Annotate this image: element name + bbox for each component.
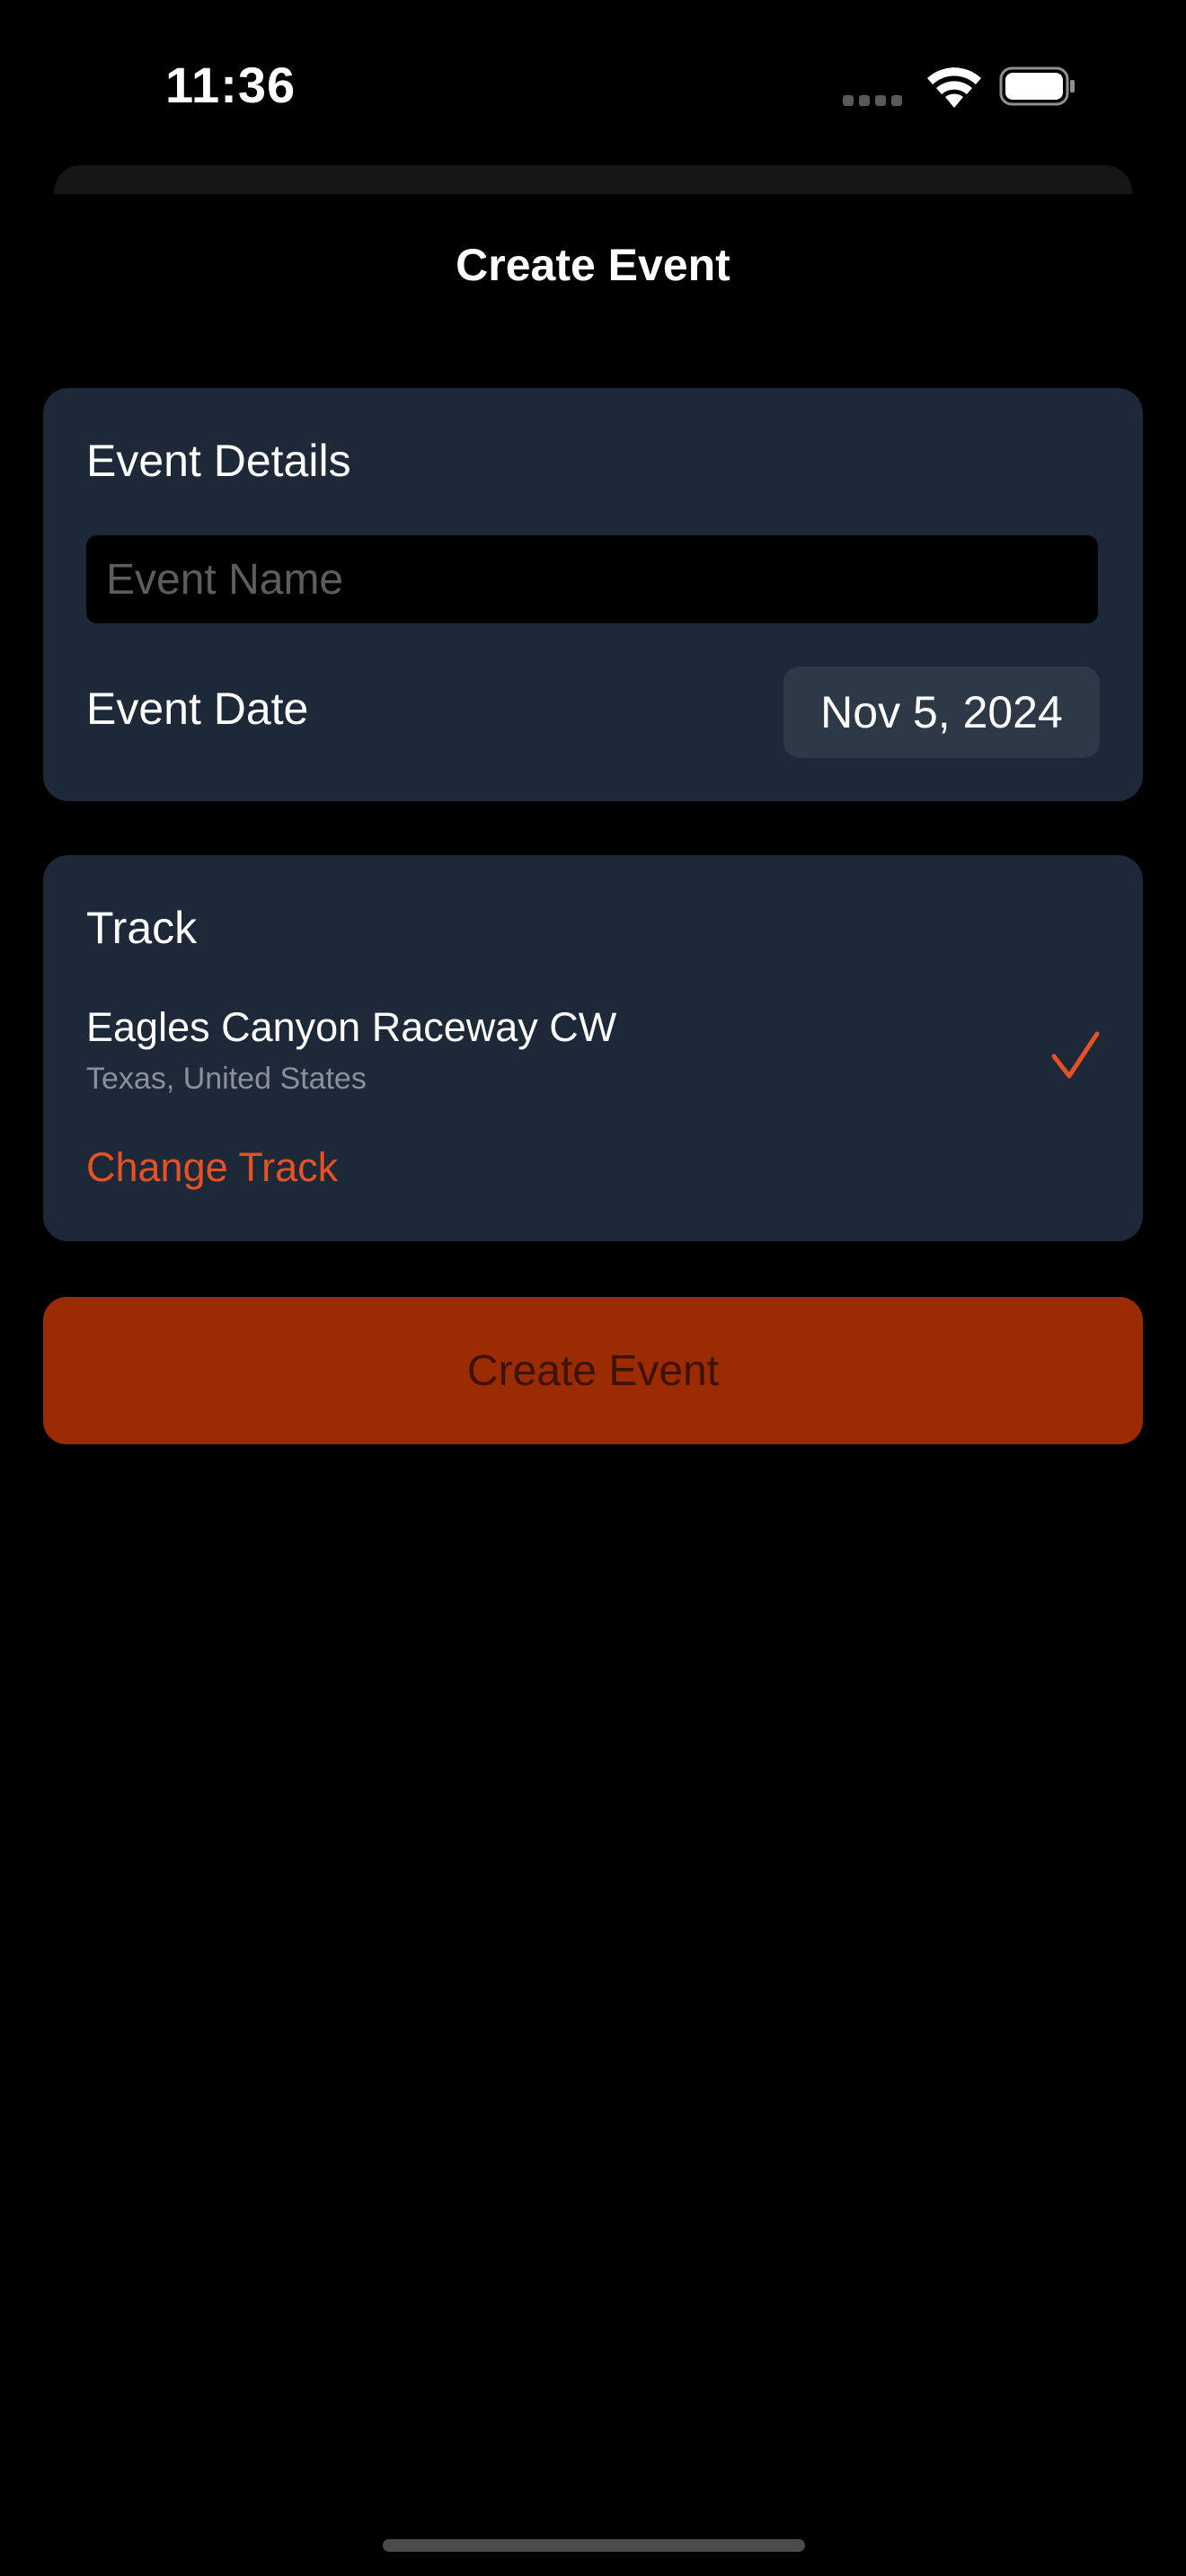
track-card: Track Eagles Canyon Raceway CW Texas, Un…: [43, 855, 1143, 1241]
event-name-field[interactable]: [86, 535, 1098, 623]
create-event-button-label: Create Event: [466, 1346, 720, 1395]
status-time: 11:36: [165, 57, 296, 113]
event-date-value: Nov 5, 2024: [820, 687, 1063, 737]
home-indicator[interactable]: [383, 2539, 805, 2552]
battery-icon: [999, 66, 1075, 106]
event-details-heading: Event Details: [86, 436, 351, 486]
cellular-signal-icon: [843, 95, 902, 106]
page-title: Create Event: [456, 240, 730, 290]
wifi-icon: [927, 67, 981, 108]
status-icons: [843, 63, 1076, 108]
sheet-edge: [54, 165, 1132, 194]
change-track-button[interactable]: Change Track: [86, 1144, 338, 1191]
checkmark-icon: [1051, 1031, 1100, 1079]
track-location: Texas, United States: [86, 1062, 367, 1096]
create-event-button[interactable]: Create Event: [43, 1297, 1143, 1444]
event-date-picker[interactable]: Nov 5, 2024: [783, 666, 1100, 758]
event-date-label: Event Date: [86, 684, 309, 734]
track-name: Eagles Canyon Raceway CW: [86, 1004, 617, 1050]
track-heading: Track: [86, 903, 198, 953]
event-details-card: Event Details Event Date Nov 5, 2024: [43, 388, 1143, 801]
